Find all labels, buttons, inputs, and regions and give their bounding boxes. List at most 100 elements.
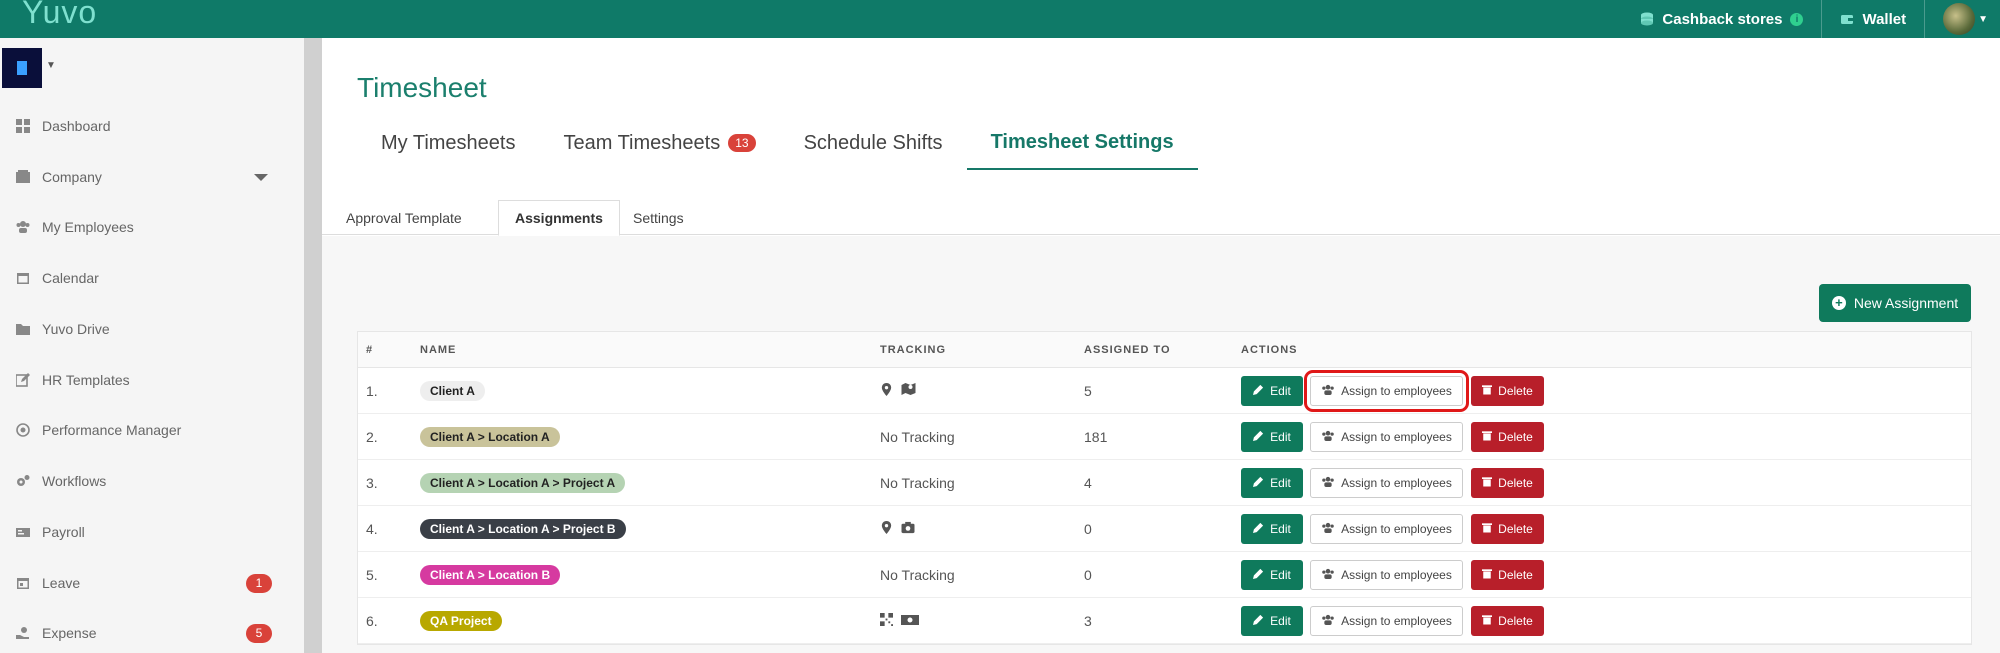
chevron-down-icon: ▼ xyxy=(1978,13,1988,25)
table-row: 5. Client A > Location B No Tracking 0 E… xyxy=(358,552,1971,598)
row-number: 3. xyxy=(366,474,378,491)
table-row: 6. QA Project 3 Edit Assign to employees… xyxy=(358,598,1971,644)
edit-label: Edit xyxy=(1270,567,1291,582)
assignment-name-pill: Client A > Location A > Project A xyxy=(420,472,626,493)
edit-button[interactable]: Edit xyxy=(1241,559,1303,590)
table-row: 4. Client A > Location A > Project B 0 E… xyxy=(358,506,1971,552)
tab-team-timesheets[interactable]: Team Timesheets 13 xyxy=(539,116,779,170)
money-icon xyxy=(16,528,30,537)
delete-label: Delete xyxy=(1498,475,1533,490)
row-actions: Edit Assign to employees Delete xyxy=(1241,559,1971,590)
app-logo[interactable]: Yuvo xyxy=(22,0,97,31)
delete-button[interactable]: Delete xyxy=(1471,513,1544,544)
info-icon[interactable]: i xyxy=(1790,12,1804,26)
edit-button[interactable]: Edit xyxy=(1241,467,1303,498)
assign-label: Assign to employees xyxy=(1341,521,1452,536)
row-number: 5. xyxy=(366,566,378,583)
assignment-name-pill: QA Project xyxy=(420,610,502,631)
sidebar-item-yuvo-drive[interactable]: Yuvo Drive xyxy=(16,314,276,344)
wallet-link[interactable]: Wallet xyxy=(1821,0,1924,38)
column-header-name[interactable]: NAME xyxy=(420,344,880,356)
edit-button[interactable]: Edit xyxy=(1241,513,1303,544)
tab-label: Timesheet Settings xyxy=(990,130,1174,153)
sidebar-item-workflows[interactable]: Workflows xyxy=(16,466,276,496)
tab-timesheet-settings[interactable]: Timesheet Settings xyxy=(966,116,1198,170)
sidebar-item-label: Yuvo Drive xyxy=(42,321,110,337)
edit-button[interactable]: Edit xyxy=(1241,375,1303,406)
column-header-tracking: TRACKING xyxy=(880,343,947,356)
coins-icon xyxy=(1641,12,1654,26)
sidebar-item-dashboard[interactable]: Dashboard xyxy=(16,111,276,141)
sidebar-item-label: My Employees xyxy=(42,219,134,235)
tab-schedule-shifts[interactable]: Schedule Shifts xyxy=(780,116,967,170)
trash-icon xyxy=(1482,430,1493,444)
tracking-text: No Tracking xyxy=(880,428,955,445)
trash-icon xyxy=(1482,384,1493,398)
new-assignment-button[interactable]: + New Assignment xyxy=(1819,284,1971,322)
assign-to-employees-button[interactable]: Assign to employees xyxy=(1310,559,1463,590)
assign-to-employees-button[interactable]: Assign to employees xyxy=(1304,369,1469,412)
settings-subtabs: Approval Template Assignments Settings xyxy=(322,200,2000,236)
sidebar-item-company[interactable]: Company xyxy=(16,162,276,192)
pencil-icon xyxy=(1253,476,1264,490)
assign-label: Assign to employees xyxy=(1341,567,1452,582)
row-assigned-count: 3 xyxy=(1084,612,1092,629)
row-name-cell: Client A xyxy=(420,380,880,401)
sidebar-item-label: Expense xyxy=(42,625,97,641)
subtab-assignments[interactable]: Assignments xyxy=(498,200,620,236)
assign-to-employees-button[interactable]: Assign to employees xyxy=(1310,467,1463,498)
edit-button[interactable]: Edit xyxy=(1241,421,1303,452)
pencil-icon xyxy=(1253,614,1264,628)
row-tracking-cell xyxy=(880,382,1084,400)
row-tracking-cell: No Tracking xyxy=(880,429,1084,445)
sidebar-item-calendar[interactable]: Calendar xyxy=(16,263,276,293)
sidebar-item-hr-templates[interactable]: HR Templates xyxy=(16,365,276,395)
sidebar-item-payroll[interactable]: Payroll xyxy=(16,517,276,547)
delete-button[interactable]: Delete xyxy=(1471,467,1544,498)
table-body: 1. Client A 5 Edit Assign to employees D… xyxy=(358,368,1971,644)
assign-to-employees-button[interactable]: Assign to employees xyxy=(1310,605,1463,636)
map-marker-icon xyxy=(880,382,893,399)
delete-button[interactable]: Delete xyxy=(1471,559,1544,590)
sidebar-item-label: Performance Manager xyxy=(42,422,182,438)
subtab-settings[interactable]: Settings xyxy=(617,200,700,236)
sidebar-item-performance-manager[interactable]: Performance Manager xyxy=(16,415,276,445)
column-header-assigned-to: ASSIGNED TO xyxy=(1084,343,1171,356)
table-row: 1. Client A 5 Edit Assign to employees D… xyxy=(358,368,1971,414)
cashback-stores-link[interactable]: Cashback stores i xyxy=(1622,0,1821,38)
assign-to-employees-button[interactable]: Assign to employees xyxy=(1310,421,1463,452)
chevron-down-icon[interactable] xyxy=(254,173,268,181)
pencil-icon xyxy=(1253,568,1264,582)
leave-count-badge: 1 xyxy=(246,573,272,593)
subtab-approval-template[interactable]: Approval Template xyxy=(330,200,478,236)
sidebar-item-expense[interactable]: Expense 5 xyxy=(16,618,276,648)
users-icon xyxy=(1321,614,1335,628)
delete-button[interactable]: Delete xyxy=(1471,605,1544,636)
sidebar-item-leave[interactable]: Leave 1 xyxy=(16,568,276,598)
chevron-down-icon[interactable]: ▼ xyxy=(46,60,56,71)
edit-label: Edit xyxy=(1270,475,1291,490)
map-icon xyxy=(901,382,916,399)
calendar-icon xyxy=(17,578,29,589)
row-tracking-cell: No Tracking xyxy=(880,475,1084,491)
building-icon xyxy=(16,170,30,183)
sidebar-item-my-employees[interactable]: My Employees xyxy=(16,212,276,242)
row-number: 1. xyxy=(366,382,378,399)
edit-button[interactable]: Edit xyxy=(1241,605,1303,636)
column-header-actions: ACTIONS xyxy=(1241,343,1298,356)
trash-icon xyxy=(1482,476,1493,490)
company-logo[interactable] xyxy=(2,48,42,88)
delete-button[interactable]: Delete xyxy=(1471,421,1544,452)
sidebar-scrollbar[interactable] xyxy=(304,38,322,653)
delete-button[interactable]: Delete xyxy=(1471,375,1544,406)
cashback-stores-label: Cashback stores xyxy=(1662,10,1783,28)
assign-to-employees-button[interactable]: Assign to employees xyxy=(1310,513,1463,544)
user-menu[interactable]: ▼ xyxy=(1924,0,2000,38)
wallet-icon xyxy=(1841,15,1854,24)
row-assigned-count: 181 xyxy=(1084,428,1108,445)
row-assigned-count: 0 xyxy=(1084,520,1092,537)
avatar[interactable] xyxy=(1943,3,1976,35)
map-marker-icon xyxy=(880,521,893,537)
wallet-label: Wallet xyxy=(1862,10,1907,28)
tab-my-timesheets[interactable]: My Timesheets xyxy=(357,116,539,170)
